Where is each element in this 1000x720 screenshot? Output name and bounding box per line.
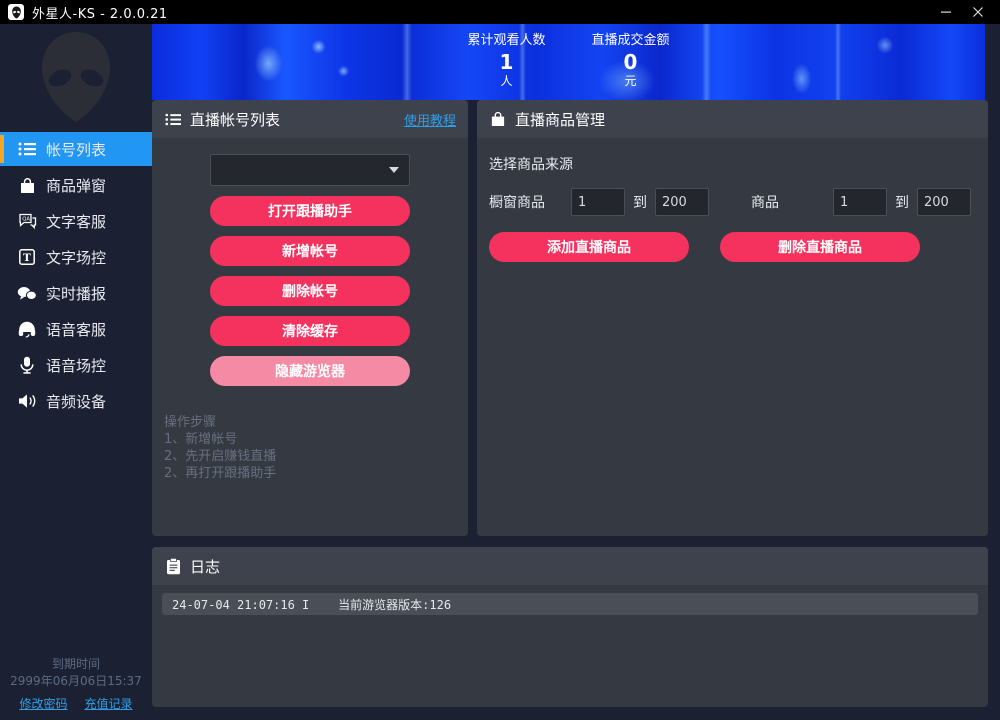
list-icon — [16, 139, 38, 159]
goods-management-panel: 直播商品管理 选择商品来源 橱窗商品 到 商品 到 添加直播商品 删除直播商品 — [477, 100, 988, 536]
panel-title: 日志 — [190, 557, 221, 576]
bag-icon — [16, 175, 38, 195]
sidebar-item-label: 音频设备 — [46, 392, 107, 411]
clear-cache-button[interactable]: 清除缓存 — [210, 316, 410, 346]
svg-text:T: T — [23, 252, 31, 264]
sidebar-item-label: 语音场控 — [46, 356, 107, 375]
showcase-goods-label: 橱窗商品 — [489, 195, 545, 211]
svg-text:QA: QA — [22, 216, 30, 222]
sidebar-item-label: 语音客服 — [46, 320, 107, 339]
sidebar-item-voice-control[interactable]: 语音场控 — [0, 348, 152, 382]
sidebar-nav: 帐号列表 商品弹窗 QA 文字客服 T 文字场控 实时播报 语音客服 语音场控 … — [0, 132, 152, 418]
goods-panel-body: 选择商品来源 橱窗商品 到 商品 到 添加直播商品 删除直播商品 — [477, 138, 988, 262]
stat-value: 1 — [499, 50, 514, 74]
stat-unit: 元 — [624, 74, 637, 88]
delete-account-button[interactable]: 删除帐号 — [210, 276, 410, 306]
sidebar-links: 修改密码 充值记录 — [0, 693, 152, 712]
stat-unit: 人 — [500, 74, 513, 88]
step-item: 2、先开启赚钱直播 — [164, 449, 277, 464]
close-button[interactable] — [962, 0, 994, 24]
headset-icon — [16, 319, 38, 339]
alien-icon — [8, 4, 24, 20]
bubbles-icon — [16, 283, 38, 303]
operation-steps: 操作步骤 1、新增帐号 2、先开启赚钱直播 2、再打开跟播助手 — [164, 414, 468, 482]
goods-action-row: 添加直播商品 删除直播商品 — [489, 232, 976, 262]
step-item: 2、再打开跟播助手 — [164, 466, 277, 481]
sidebar-item-text-service[interactable]: QA 文字客服 — [0, 204, 152, 238]
window-title: 外星人-KS - 2.0.0.21 — [32, 6, 168, 22]
sidebar-item-product-popup[interactable]: 商品弹窗 — [0, 168, 152, 202]
sidebar-item-text-control[interactable]: T 文字场控 — [0, 240, 152, 274]
sidebar-item-label: 文字客服 — [46, 212, 107, 231]
goods-label: 商品 — [751, 195, 779, 211]
mic-icon — [16, 355, 38, 375]
qa-chat-icon: QA — [16, 211, 38, 231]
bag-icon — [489, 110, 507, 128]
sidebar-item-live-broadcast[interactable]: 实时播报 — [0, 276, 152, 310]
goods-range-row: 橱窗商品 到 商品 到 — [489, 188, 976, 216]
showcase-to-input[interactable] — [655, 188, 709, 216]
account-list-panel: 直播帐号列表 使用教程 打开跟播助手 新增帐号 删除帐号 清除缓存 隐藏游览器 … — [152, 100, 468, 536]
panel-header: 直播帐号列表 使用教程 — [152, 100, 468, 138]
range-separator: 到 — [895, 195, 909, 211]
sidebar-item-label: 文字场控 — [46, 248, 107, 267]
recharge-records-link[interactable]: 充值记录 — [85, 697, 133, 711]
alien-head-logo — [0, 24, 152, 130]
add-live-goods-button[interactable]: 添加直播商品 — [489, 232, 689, 262]
list-icon — [164, 110, 182, 128]
panel-title: 直播帐号列表 — [190, 110, 281, 129]
sidebar: 帐号列表 商品弹窗 QA 文字客服 T 文字场控 实时播报 语音客服 语音场控 … — [0, 24, 152, 720]
expiry-label: 到期时间 — [51, 657, 100, 671]
change-password-link[interactable]: 修改密码 — [19, 697, 67, 711]
panel-header: 直播商品管理 — [477, 100, 988, 138]
sidebar-item-account-list[interactable]: 帐号列表 — [0, 132, 152, 166]
account-select[interactable] — [210, 154, 410, 186]
sidebar-item-voice-service[interactable]: 语音客服 — [0, 312, 152, 346]
clipboard-icon — [164, 557, 182, 575]
range-separator: 到 — [633, 195, 647, 211]
stat-label: 累计观看人数 — [467, 33, 546, 48]
account-panel-body: 打开跟播助手 新增帐号 删除帐号 清除缓存 隐藏游览器 操作步骤 1、新增帐号 … — [152, 138, 468, 482]
tutorial-link[interactable]: 使用教程 — [404, 110, 456, 129]
add-account-button[interactable]: 新增帐号 — [210, 236, 410, 266]
text-box-icon: T — [16, 247, 38, 267]
sidebar-item-label: 帐号列表 — [46, 140, 107, 159]
steps-title: 操作步骤 — [164, 415, 217, 430]
app-window: 外星人-KS - 2.0.0.21 帐号列表 商品弹窗 QA 文字客服 T 文字… — [0, 0, 1000, 720]
goods-to-input[interactable] — [917, 188, 971, 216]
stat-gmv: 直播成交金额 0 元 — [592, 32, 670, 89]
stat-total-viewers: 累计观看人数 1 人 — [467, 32, 545, 89]
log-body[interactable]: 24-07-04 21:07:16 I 当前游览器版本:126 — [152, 585, 988, 623]
source-label: 选择商品来源 — [489, 157, 573, 173]
panel-header: 日志 — [152, 547, 988, 585]
minimize-button[interactable] — [930, 0, 962, 24]
sidebar-item-audio-device[interactable]: 音频设备 — [0, 384, 152, 418]
stat-label: 直播成交金额 — [591, 33, 670, 48]
expiry-info: 到期时间 2999年06月06日15:37 — [0, 656, 152, 690]
speaker-icon — [16, 391, 38, 411]
sidebar-item-label: 商品弹窗 — [46, 176, 107, 195]
title-bar: 外星人-KS - 2.0.0.21 — [0, 0, 1000, 24]
promo-banner: 累计观看人数 1 人 直播成交金额 0 元 — [152, 24, 985, 100]
banner-stats: 累计观看人数 1 人 直播成交金额 0 元 — [152, 24, 985, 100]
expiry-value: 2999年06月06日15:37 — [10, 674, 142, 688]
open-assistant-button[interactable]: 打开跟播助手 — [210, 196, 410, 226]
showcase-from-input[interactable] — [571, 188, 625, 216]
goods-from-input[interactable] — [833, 188, 887, 216]
delete-live-goods-button[interactable]: 删除直播商品 — [720, 232, 920, 262]
chevron-down-icon — [389, 167, 399, 173]
step-item: 1、新增帐号 — [164, 432, 238, 447]
log-panel: 日志 24-07-04 21:07:16 I 当前游览器版本:126 — [152, 547, 988, 707]
sidebar-item-label: 实时播报 — [46, 284, 107, 303]
panel-title: 直播商品管理 — [515, 110, 606, 129]
log-entry: 24-07-04 21:07:16 I 当前游览器版本:126 — [162, 593, 978, 615]
stat-value: 0 — [623, 50, 638, 74]
hide-browser-button[interactable]: 隐藏游览器 — [210, 356, 410, 386]
